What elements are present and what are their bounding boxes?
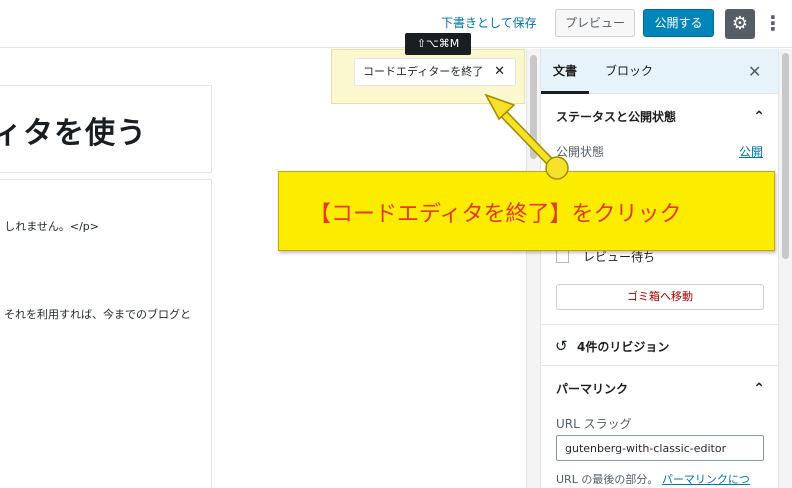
revisions-link[interactable]: 4件のリビジョン [577,338,669,355]
more-menu-button[interactable]: ⋮ [763,8,783,38]
url-slug-input[interactable] [556,435,764,461]
editor-scrollbar-thumb[interactable] [530,55,537,159]
tab-block[interactable]: ブロック [605,49,653,94]
slug-help-text: URL の最後の部分。 パーマリンクにつ [556,471,750,487]
tab-document[interactable]: 文書 [541,49,589,94]
vertical-ellipsis-icon: ⋮ [763,11,783,35]
post-title-field[interactable]: ィタを使う [0,85,212,173]
exit-code-editor-button[interactable]: コードエディターを終了 ✕ [354,58,516,86]
visibility-label: 公開状態 [556,145,605,159]
shortcut-tooltip: ⇧⌥⌘M [405,33,471,55]
publish-button[interactable]: 公開する [643,9,714,37]
sidebar-tabs: 文書 ブロック ✕ [541,49,778,94]
close-icon: ✕ [494,64,505,79]
divider [541,324,778,325]
code-editor-toolbar: コードエディターを終了 ✕ [331,49,525,104]
sidebar-scrollbar[interactable] [778,49,792,488]
status-visibility-panel-title: ステータスと公開状態 [556,110,677,124]
code-editor-textarea[interactable]: しれません。</p> それを利用すれば、今までのブログと [0,179,212,488]
permalink-panel-title: パーマリンク [556,382,629,396]
permalink-panel-toggle[interactable]: パーマリンク ⌃ [541,366,778,412]
sidebar-scrollbar-thumb[interactable] [782,53,789,259]
permalink-help-link[interactable]: パーマリンクにつ [662,473,750,486]
annotation-callout: 【コードエディタを終了】をクリック [278,171,775,251]
slug-help-prefix: URL の最後の部分。 [556,473,659,486]
url-slug-label: URL スラッグ [556,417,632,431]
exit-code-editor-label: コードエディターを終了 [363,65,484,78]
annotation-text: 【コードエディタを終了】をクリック [309,202,682,227]
visibility-toggle-link[interactable]: 公開 [739,143,763,160]
editor-canvas: ィタを使う しれません。</p> それを利用すれば、今までのブログと [0,49,526,488]
chevron-up-icon: ⌃ [753,109,765,125]
gear-icon: ⚙ [731,13,749,34]
settings-sidebar: 文書 ブロック ✕ ステータスと公開状態 ⌃ 公開状態 公開 レビュー待ち ゴミ… [540,49,778,488]
preview-button[interactable]: プレビュー [555,9,635,37]
editor-toolbar: 下書きとして保存 プレビュー 公開する ⚙ ⋮ [0,0,792,48]
history-icon: ↺ [555,337,568,355]
code-line: しれません。</p> [4,220,99,233]
settings-button[interactable]: ⚙ [725,9,755,39]
editor-scrollbar[interactable] [526,49,540,488]
save-draft-button[interactable]: 下書きとして保存 [441,14,537,31]
chevron-up-icon: ⌃ [753,381,765,397]
code-line: それを利用すれば、今までのブログと [4,308,191,321]
pending-review-checkbox[interactable] [556,250,569,263]
post-title-text: ィタを使う [0,116,147,151]
move-to-trash-button[interactable]: ゴミ箱へ移動 [556,284,764,310]
status-visibility-panel-toggle[interactable]: ステータスと公開状態 ⌃ [541,94,778,140]
close-sidebar-icon[interactable]: ✕ [748,49,761,94]
